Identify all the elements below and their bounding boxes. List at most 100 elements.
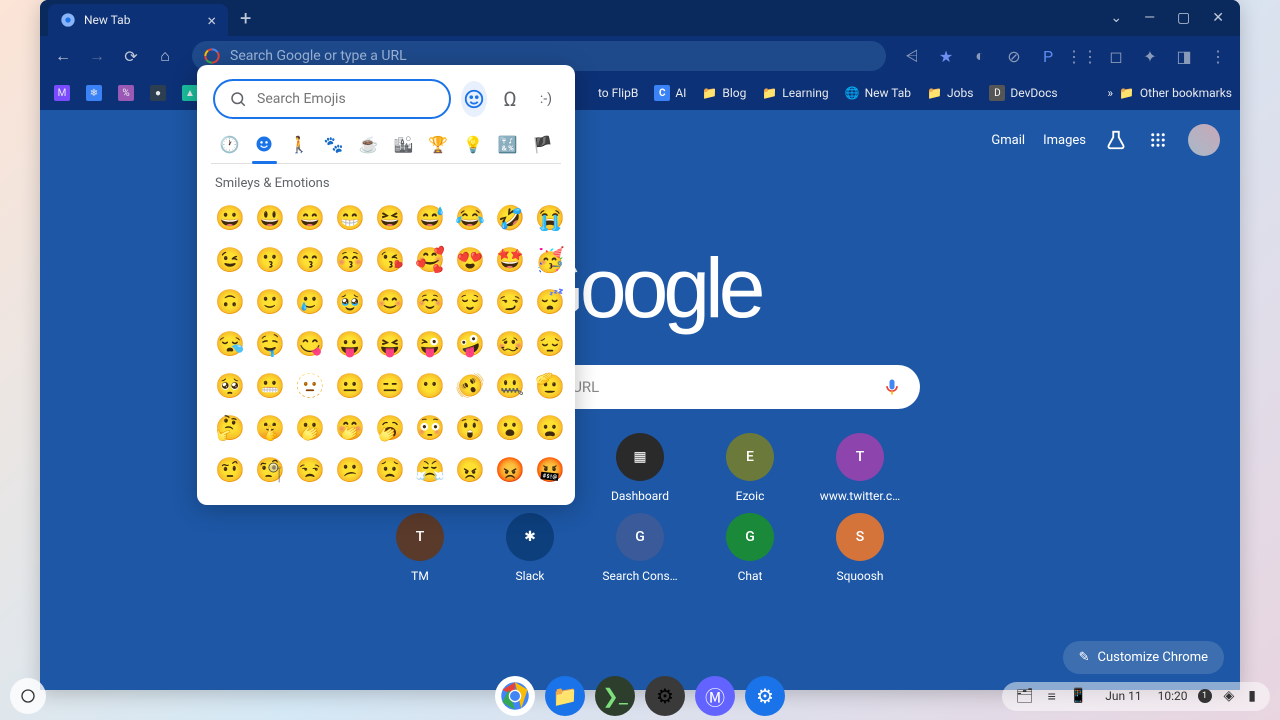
emoji-cell[interactable]: 😟 [371,451,409,489]
emoji-cell[interactable]: 😲 [451,409,489,447]
bookmark-item[interactable]: % [112,81,140,105]
emoji-cell[interactable]: 🤭 [331,409,369,447]
emoji-search-input[interactable] [257,91,435,107]
emoji-cell[interactable]: 😭 [531,199,565,237]
emoji-cell[interactable]: 🤔 [211,409,249,447]
emoji-cell[interactable]: 🤪 [451,325,489,363]
phone-hub-icon[interactable]: 📱 [1068,688,1089,704]
emoji-cell[interactable]: 🤬 [531,451,565,489]
emoji-cell[interactable]: 😌 [451,283,489,321]
bookmark-item[interactable]: to FlipB [592,82,644,104]
emoji-cell[interactable]: 🧐 [251,451,289,489]
bookmark-item[interactable]: ❄ [80,81,108,105]
customize-chrome-button[interactable]: ✎ Customize Chrome [1063,641,1224,674]
ext-icon-1[interactable]: ◐ [966,42,994,70]
emoji-cell[interactable]: 😬 [251,367,289,405]
emoji-cell[interactable]: 🫡 [531,367,565,405]
category-recent-icon[interactable]: 🕐 [219,133,240,155]
emoji-cell[interactable]: 😘 [371,241,409,279]
emoji-cell[interactable]: 😏 [491,283,529,321]
emoji-cell[interactable]: 😠 [451,451,489,489]
emoji-cell[interactable]: 😝 [371,325,409,363]
category-flags-icon[interactable]: 🏴 [532,133,553,155]
mastodon-app[interactable]: Ⓜ [695,676,735,716]
caret-down-icon[interactable]: ⌄ [1102,6,1130,30]
ext-icon-2[interactable]: ⊘ [1000,42,1028,70]
terminal-app[interactable]: ❯_ [595,676,635,716]
category-activities-icon[interactable]: 🏆 [428,133,449,155]
emoji-cell[interactable]: 😪 [211,325,249,363]
emoji-cell[interactable]: 😂 [451,199,489,237]
emoji-cell[interactable]: 🥹 [331,283,369,321]
emoji-cell[interactable]: 🤩 [491,241,529,279]
emoji-cell[interactable]: 😀 [211,199,249,237]
category-food-icon[interactable]: ☕ [358,133,379,155]
bookmark-item[interactable]: M [48,81,76,105]
emoji-cell[interactable]: 🤤 [251,325,289,363]
emoji-cell[interactable]: 🥰 [411,241,449,279]
emoji-cell[interactable]: 😦 [531,409,565,447]
google-apps-icon[interactable] [1146,128,1170,152]
bookmark-folder[interactable]: 📁Learning [756,82,834,104]
maximize-icon[interactable]: ▢ [1169,6,1198,30]
settings-app[interactable]: ⚙ [745,676,785,716]
new-tab-button[interactable]: + [236,2,255,34]
emoji-cell[interactable]: 😋 [291,325,329,363]
quick-settings-icon[interactable]: ≡ [1046,688,1058,705]
tote-icon[interactable]: 🗂 [1014,688,1036,704]
shortcut-item[interactable]: TTM [370,513,470,583]
bookmark-item[interactable]: CAI [648,81,692,105]
emoji-cell[interactable]: 🤨 [211,451,249,489]
emoji-cell[interactable]: 😙 [291,241,329,279]
search-labs-icon[interactable] [1104,128,1128,152]
emoji-cell[interactable]: 🫢 [291,409,329,447]
emoji-cell[interactable]: 🤐 [491,367,529,405]
shortcut-item[interactable]: EEzoic [700,433,800,503]
symbols-mode-button[interactable]: Ω [497,81,523,117]
bookmark-folder[interactable]: 📁Jobs [921,82,979,104]
category-smileys-icon[interactable] [254,133,275,155]
emoji-cell[interactable]: 🥱 [371,409,409,447]
emoji-cell[interactable]: 😆 [371,199,409,237]
shortcut-item[interactable]: Twww.twitter.c… [810,433,910,503]
bookmark-item[interactable]: 🌐New Tab [839,82,917,104]
emoji-cell[interactable]: 😍 [451,241,489,279]
bookmark-item[interactable]: ● [144,81,172,105]
emoji-cell[interactable]: 😑 [371,367,409,405]
other-bookmarks[interactable]: » 📁 Other bookmarks [1107,86,1232,100]
emoji-cell[interactable]: 🥲 [291,283,329,321]
emoji-cell[interactable]: 😛 [331,325,369,363]
ext-icon-4[interactable]: ⋮⋮ [1068,42,1096,70]
emoji-cell[interactable]: 😉 [211,241,249,279]
emoji-search-field[interactable] [213,79,451,119]
emoji-cell[interactable]: 😊 [371,283,409,321]
system-tray[interactable]: 🗂 ≡ 📱 Jun 11 10:20 1 ◈ ▮ [1002,682,1270,711]
bookmark-item[interactable]: DDevDocs [983,81,1063,105]
emoji-cell[interactable]: 😃 [251,199,289,237]
bookmark-star-icon[interactable]: ★ [932,42,960,70]
emoji-cell[interactable]: 🥺 [211,367,249,405]
emoji-cell[interactable]: 😁 [331,199,369,237]
bookmark-folder[interactable]: 📁Blog [696,82,752,104]
category-animals-icon[interactable]: 🐾 [323,133,344,155]
emoji-cell[interactable]: 😔 [531,325,565,363]
gmail-link[interactable]: Gmail [991,133,1025,148]
home-button[interactable]: ⌂ [150,41,180,71]
emoji-cell[interactable]: 😕 [331,451,369,489]
emoji-mode-button[interactable] [461,81,487,117]
emoji-cell[interactable]: 😤 [411,451,449,489]
voice-search-icon[interactable] [882,377,902,397]
share-icon[interactable]: ⩤ [898,42,926,70]
close-tab-icon[interactable]: × [207,11,216,30]
emoji-cell[interactable]: 😄 [291,199,329,237]
emoji-cell[interactable]: 😶 [411,367,449,405]
shortcut-item[interactable]: ▦Dashboard [590,433,690,503]
category-symbols-icon[interactable]: 🔣 [497,133,518,155]
kaomoji-mode-button[interactable]: :-) [533,81,559,117]
emoji-cell[interactable]: 🥳 [531,241,565,279]
emoji-cell[interactable]: 😐 [331,367,369,405]
shortcut-item[interactable]: GChat [700,513,800,583]
emoji-cell[interactable]: 🙃 [211,283,249,321]
emoji-cell[interactable]: 🙂 [251,283,289,321]
shortcut-item[interactable]: GSearch Cons… [590,513,690,583]
